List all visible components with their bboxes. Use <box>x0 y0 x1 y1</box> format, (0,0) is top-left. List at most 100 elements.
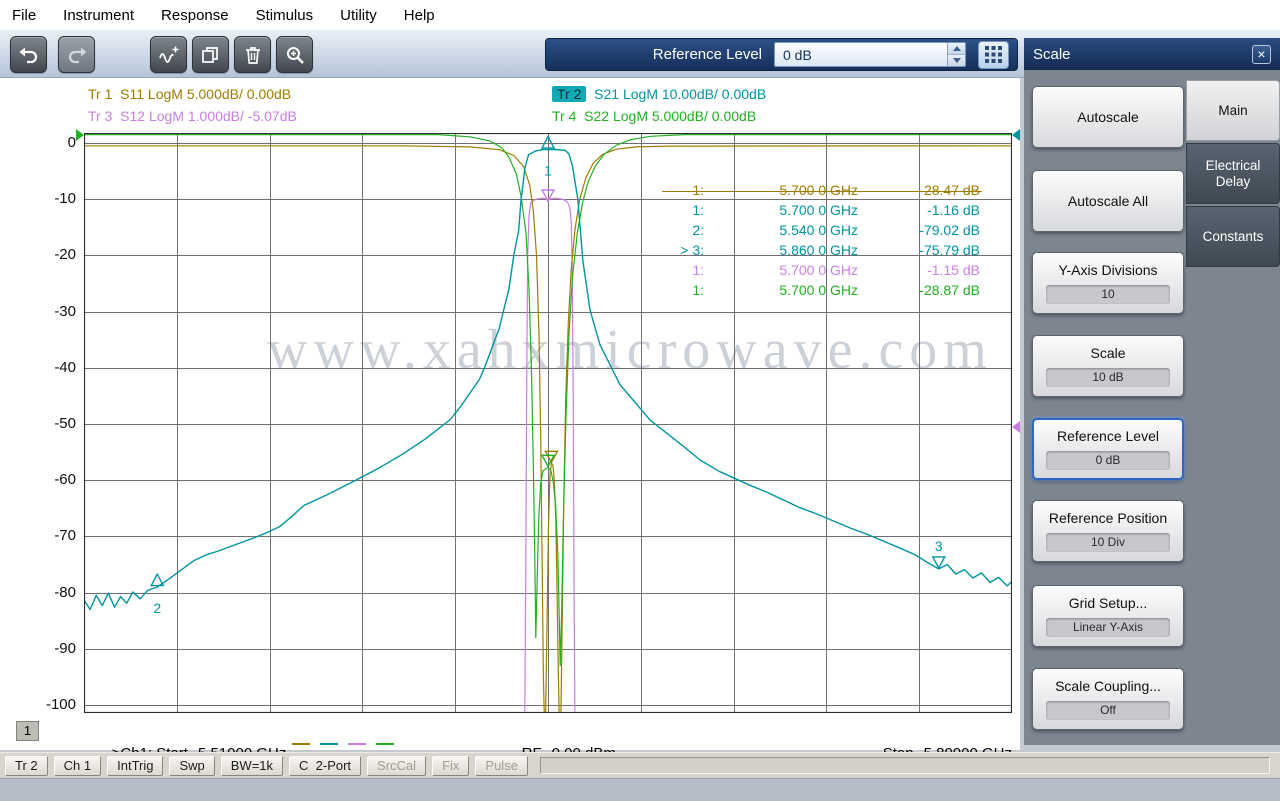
status-bar: Tr 2 Ch 1 IntTrig Swp BW=1k C 2-Port SrcCal Fix… <box>0 752 1280 778</box>
panel-button-value: Linear Y-Axis <box>1046 618 1170 637</box>
y-axis-tick-label: -10 <box>30 190 76 208</box>
reference-level-value: 0 dB <box>775 47 947 63</box>
scale-panel-title: Scale <box>1033 46 1071 63</box>
reference-level-label: Reference Level <box>653 46 762 63</box>
status-button-srccal[interactable]: SrcCal <box>367 756 426 776</box>
add-marker-button[interactable] <box>150 36 187 73</box>
trace-annotation-tr-2[interactable]: Tr 2 S21 LogM 10.00dB/ 0.00dB <box>552 86 766 102</box>
tab-main[interactable]: Main <box>1186 80 1280 141</box>
y-axis-tick-label: -30 <box>30 303 76 321</box>
trace-label: S11 LogM 5.000dB/ 0.00dB <box>112 86 291 102</box>
readout-value: -1.16 dB <box>862 202 980 222</box>
readout-freq: 5.700 0 GHz <box>708 262 858 282</box>
readout-freq: 5.700 0 GHz <box>708 182 858 202</box>
status-button-swp[interactable]: Swp <box>169 756 214 776</box>
menu-item-instrument[interactable]: Instrument <box>63 7 134 24</box>
trace-id-tr-3: Tr 3 <box>88 108 112 124</box>
bottom-band <box>0 778 1280 801</box>
status-button-tr-2[interactable]: Tr 2 <box>5 756 48 776</box>
y-axis-tick-label: 0 <box>30 134 76 152</box>
legend-dash-tr-3 <box>348 743 366 745</box>
status-button-inttrig[interactable]: IntTrig <box>107 756 163 776</box>
readout-value: -1.15 dB <box>862 262 980 282</box>
panel-button-value: Off <box>1046 701 1170 720</box>
trace-annotation-tr-1[interactable]: Tr 1 S11 LogM 5.000dB/ 0.00dB <box>88 86 291 102</box>
scale-panel-body: Autoscale Autoscale All Y-Axis Divisions 10… <box>1024 70 1280 745</box>
close-icon: × <box>1257 46 1265 62</box>
panel-button-grid-setup[interactable]: Grid Setup... Linear Y-Axis <box>1032 585 1184 647</box>
marker-readout-row: 2:5.540 0 GHz-79.02 dB <box>658 222 984 242</box>
trace-id-tr-1: Tr 1 <box>88 86 112 102</box>
tab-electrical-delay[interactable]: Electrical Delay <box>1186 143 1280 204</box>
marker-readout-row: 1:5.700 0 GHz-28.47 dB <box>658 182 984 202</box>
keypad-button[interactable] <box>978 41 1009 69</box>
trace-id-tr-2: Tr 2 <box>552 86 586 102</box>
undo-button[interactable] <box>10 36 47 73</box>
copy-screen-button[interactable] <box>192 36 229 73</box>
y-axis-tick-label: -80 <box>30 584 76 602</box>
zoom-button[interactable] <box>276 36 313 73</box>
panel-button-reference-position[interactable]: Reference Position10 Div <box>1032 500 1184 562</box>
panel-button-reference-level[interactable]: Reference Level0 dB <box>1032 418 1184 480</box>
readout-freq: 5.700 0 GHz <box>708 202 858 222</box>
panel-button-label: Reference Position <box>1049 510 1167 527</box>
panel-button-scale[interactable]: Scale10 dB <box>1032 335 1184 397</box>
panel-button-y-axis-divisions[interactable]: Y-Axis Divisions 10 <box>1032 252 1184 314</box>
panel-button-autoscale-all[interactable]: Autoscale All <box>1032 170 1184 232</box>
readout-marker: > 3: <box>658 242 704 262</box>
status-button-c-2-port[interactable]: C 2-Port <box>289 756 361 776</box>
reference-level-input[interactable]: 0 dB <box>774 42 966 67</box>
ref-indicator-right-arrow-icon <box>1012 129 1020 141</box>
legend-dash-tr-2 <box>320 743 338 745</box>
tab-constants[interactable]: Constants <box>1186 206 1280 267</box>
trace-legend <box>292 735 404 753</box>
status-groove <box>540 757 1270 774</box>
menu-item-stimulus[interactable]: Stimulus <box>256 7 314 24</box>
channel-number-box[interactable]: 1 <box>16 721 39 741</box>
trace-id-tr-4: Tr 4 <box>552 108 576 124</box>
panel-button-autoscale[interactable]: Autoscale <box>1032 86 1184 148</box>
delete-button[interactable] <box>234 36 271 73</box>
readout-value: -79.02 dB <box>862 222 980 242</box>
readout-freq: 5.700 0 GHz <box>708 282 858 302</box>
keypad-icon <box>985 46 1002 63</box>
spinner-down-button[interactable] <box>948 55 965 66</box>
readout-marker: 1: <box>658 262 704 282</box>
y-axis-tick-label: -50 <box>30 415 76 433</box>
svg-text:1: 1 <box>544 163 552 179</box>
panel-button-value: 10 <box>1046 285 1170 304</box>
legend-dash-tr-1 <box>292 743 310 745</box>
reference-level-bar: Reference Level 0 dB <box>545 38 1018 71</box>
status-button-fix[interactable]: Fix <box>432 756 469 776</box>
trace-annotation-tr-4[interactable]: Tr 4 S22 LogM 5.000dB/ 0.00dB <box>552 108 756 124</box>
readout-value: -28.87 dB <box>862 282 980 302</box>
panel-button-scale-coupling[interactable]: Scale Coupling...Off <box>1032 668 1184 730</box>
marker-readouts: 1:5.700 0 GHz-28.47 dB1:5.700 0 GHz-1.16… <box>658 182 984 302</box>
trash-icon <box>242 44 264 66</box>
panel-button-label: Grid Setup... <box>1069 595 1148 612</box>
marker-readout-row: 1:5.700 0 GHz-1.16 dB <box>658 202 984 222</box>
copy-icon <box>200 44 222 66</box>
readout-value: -28.47 dB <box>862 182 980 202</box>
readout-marker: 2: <box>658 222 704 242</box>
menu-item-file[interactable]: File <box>12 7 36 24</box>
arrow-down-icon <box>953 58 961 63</box>
svg-text:2: 2 <box>153 600 161 616</box>
menu-item-utility[interactable]: Utility <box>340 7 377 24</box>
status-button-ch-1[interactable]: Ch 1 <box>54 756 101 776</box>
menu-item-response[interactable]: Response <box>161 7 229 24</box>
panel-button-label: Y-Axis Divisions <box>1058 262 1157 279</box>
undo-icon <box>18 44 40 66</box>
status-button-bw-1k[interactable]: BW=1k <box>221 756 283 776</box>
status-button-pulse[interactable]: Pulse <box>475 756 528 776</box>
trace-label: S22 LogM 5.000dB/ 0.00dB <box>576 108 756 124</box>
legend-dash-tr-4 <box>376 743 394 745</box>
readout-value: -75.79 dB <box>862 242 980 262</box>
menu-item-help[interactable]: Help <box>404 7 435 24</box>
y-axis-tick-label: -70 <box>30 527 76 545</box>
redo-button[interactable] <box>58 36 95 73</box>
spinner-up-button[interactable] <box>948 43 965 55</box>
close-button[interactable]: × <box>1252 45 1271 64</box>
y-axis-tick-label: -60 <box>30 471 76 489</box>
trace-annotation-tr-3[interactable]: Tr 3 S12 LogM 1.000dB/ -5.07dB <box>88 108 297 124</box>
